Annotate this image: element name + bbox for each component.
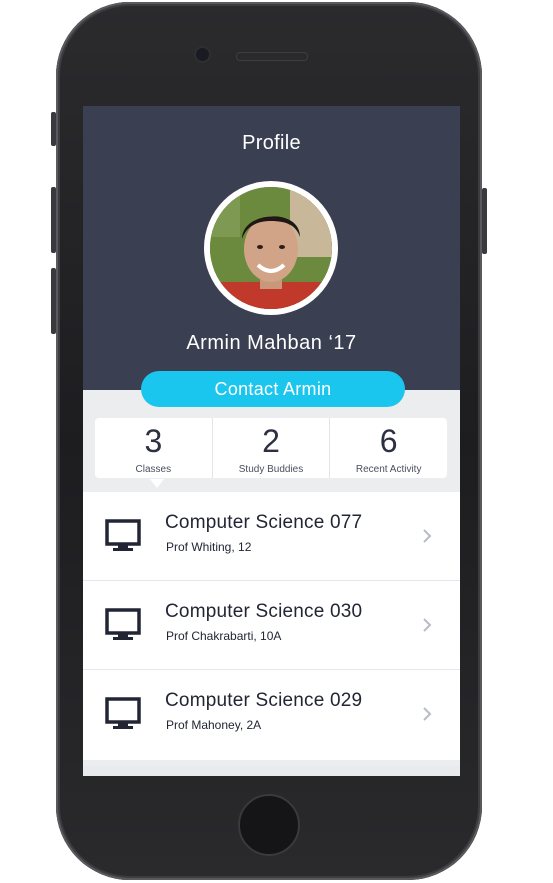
class-list: Computer Science 077 Prof Whiting, 12 Co… xyxy=(83,492,460,760)
list-item[interactable]: Computer Science 030 Prof Chakrabarti, 1… xyxy=(83,581,460,670)
class-title: Computer Science 077 xyxy=(165,512,363,533)
app-screen: Profile Armin Mahban ‘17 Contact Armin 3… xyxy=(83,106,460,776)
avatar-frame xyxy=(204,181,338,315)
stat-value: 3 xyxy=(144,423,163,459)
stat-label: Recent Activity xyxy=(355,464,422,475)
home-button[interactable] xyxy=(238,794,300,856)
monitor-icon xyxy=(105,519,141,551)
class-subtitle: Prof Whiting, 12 xyxy=(166,540,252,554)
chevron-right-icon xyxy=(423,707,432,721)
list-item[interactable]: Computer Science 077 Prof Whiting, 12 xyxy=(83,492,460,581)
stat-classes[interactable]: 3 Classes xyxy=(95,418,213,478)
selected-tab-pointer xyxy=(150,479,164,488)
page-title: Profile xyxy=(242,132,301,154)
earpiece-speaker xyxy=(236,52,308,61)
stat-recent-activity[interactable]: 6 Recent Activity xyxy=(330,418,447,478)
stat-study-buddies[interactable]: 2 Study Buddies xyxy=(213,418,331,478)
volume-up-button xyxy=(51,187,56,253)
stat-label: Classes xyxy=(135,464,172,475)
chevron-right-icon xyxy=(423,529,432,543)
list-item[interactable]: Computer Science 029 Prof Mahoney, 2A xyxy=(83,670,460,760)
class-title: Computer Science 030 xyxy=(165,601,363,622)
stats-bar: 3 Classes 2 Study Buddies 6 Recent Activ… xyxy=(95,418,447,478)
class-title: Computer Science 029 xyxy=(165,690,363,711)
stat-value: 6 xyxy=(379,423,398,459)
monitor-icon xyxy=(105,608,141,640)
stat-label: Study Buddies xyxy=(238,464,304,475)
class-subtitle: Prof Chakrabarti, 10A xyxy=(166,629,282,643)
front-camera xyxy=(196,48,209,61)
avatar-photo xyxy=(210,187,332,309)
volume-down-button xyxy=(51,268,56,334)
list-footer xyxy=(83,766,460,776)
contact-button[interactable]: Contact Armin xyxy=(141,371,405,407)
chevron-right-icon xyxy=(423,618,432,632)
avatar[interactable] xyxy=(210,187,332,309)
profile-name: Armin Mahban ‘17 xyxy=(186,332,357,354)
power-button xyxy=(482,188,487,254)
profile-header: Profile Armin Mahban ‘17 xyxy=(83,106,460,390)
silent-switch xyxy=(51,112,56,146)
monitor-icon xyxy=(105,697,141,729)
class-subtitle: Prof Mahoney, 2A xyxy=(166,718,262,732)
stat-value: 2 xyxy=(262,423,280,459)
